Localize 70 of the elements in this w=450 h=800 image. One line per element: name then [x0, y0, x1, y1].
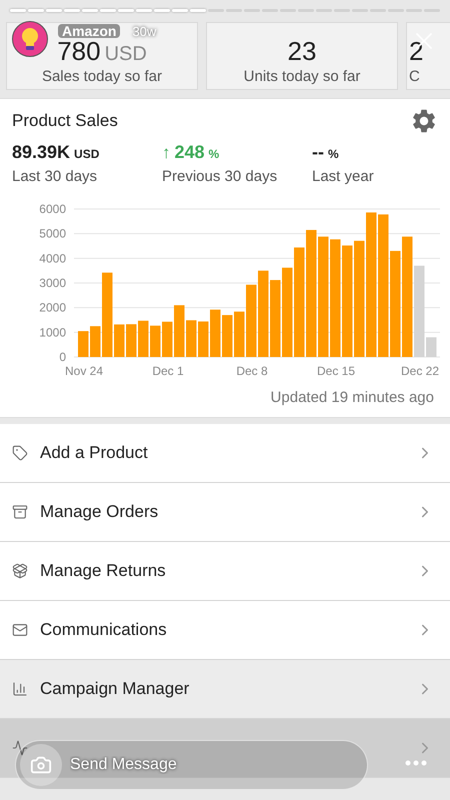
axis-label: 6000	[39, 202, 66, 216]
bar	[210, 309, 220, 356]
bar	[138, 320, 148, 356]
stat-label: Sales today so far	[42, 68, 162, 86]
pulse-icon	[12, 740, 28, 756]
box-icon	[12, 504, 28, 520]
up-arrow-icon: ↑	[162, 140, 170, 166]
message-field[interactable]: Send Message	[15, 740, 368, 790]
stat-value: 780	[57, 38, 101, 64]
axis-label: 1000	[39, 324, 66, 339]
stat-value: 2	[409, 38, 424, 64]
axis-label: 2000	[39, 300, 66, 314]
message-input[interactable]: Send Message	[70, 753, 270, 777]
mail-icon	[12, 622, 28, 638]
axis-label: 0	[59, 350, 66, 364]
bar	[426, 336, 436, 356]
bar	[222, 314, 232, 356]
bar	[162, 321, 172, 356]
stat-value: 23	[288, 38, 316, 64]
menu-label: Campaign Manager	[40, 678, 190, 700]
menu-label: Manage Returns	[40, 560, 167, 582]
metric-unit: %	[328, 146, 339, 163]
stat-label: C	[409, 68, 420, 86]
metric-label: Last year	[312, 167, 374, 187]
bar	[78, 330, 88, 356]
box-icon	[12, 563, 28, 579]
bar	[114, 324, 124, 356]
menu-item[interactable]: Communications	[0, 601, 450, 660]
menu-item[interactable]	[0, 719, 450, 778]
metric-unit: %	[208, 146, 220, 163]
metric-label: Last 30 days	[12, 167, 98, 187]
menu-label: Add a Product	[40, 442, 149, 464]
lightbulb-icon	[20, 27, 40, 51]
menu-item[interactable]: Add a Product	[0, 424, 450, 483]
settings-icon[interactable]	[410, 107, 438, 135]
axis-label: Dec 1	[152, 364, 184, 378]
bar	[90, 326, 100, 356]
bar	[126, 324, 136, 356]
stat-unit: USD	[104, 44, 147, 64]
axis-label: 3000	[39, 276, 66, 290]
post-age: 30w	[132, 25, 156, 38]
metric-value: 248	[174, 141, 205, 164]
more-icon[interactable]	[405, 760, 427, 766]
menu-item[interactable]: Manage Orders	[0, 483, 450, 542]
axis-label: Dec 15	[316, 364, 356, 378]
bar	[234, 311, 244, 356]
camera-icon	[30, 754, 52, 776]
menu-label: Manage Orders	[40, 501, 160, 524]
bar-chart-icon	[12, 681, 28, 697]
axis-label: 4000	[39, 250, 66, 265]
tag-icon	[12, 445, 28, 461]
bar	[186, 320, 196, 356]
stat-label: Units today so far	[244, 68, 360, 86]
metric-unit: USD	[74, 146, 100, 163]
bar	[198, 320, 208, 356]
metric-label: Previous 30 days	[162, 167, 278, 187]
menu-label: Communications	[40, 619, 168, 642]
camera-button[interactable]	[20, 744, 62, 786]
card-title: Product Sales	[12, 110, 118, 132]
metric-value: --	[312, 141, 324, 164]
axis-label: Dec 8	[236, 364, 268, 378]
menu-item[interactable]: Campaign Manager	[0, 660, 450, 719]
bar	[150, 325, 160, 356]
axis-label: Dec 22	[400, 364, 440, 378]
axis-label: 5000	[39, 226, 66, 240]
updated-text: Updated 19 minutes ago	[270, 388, 434, 408]
axis-label: Nov 24	[64, 364, 104, 378]
bar	[174, 304, 184, 356]
menu-item[interactable]: Manage Returns	[0, 542, 450, 601]
metric-value: 89.39K	[12, 141, 70, 164]
